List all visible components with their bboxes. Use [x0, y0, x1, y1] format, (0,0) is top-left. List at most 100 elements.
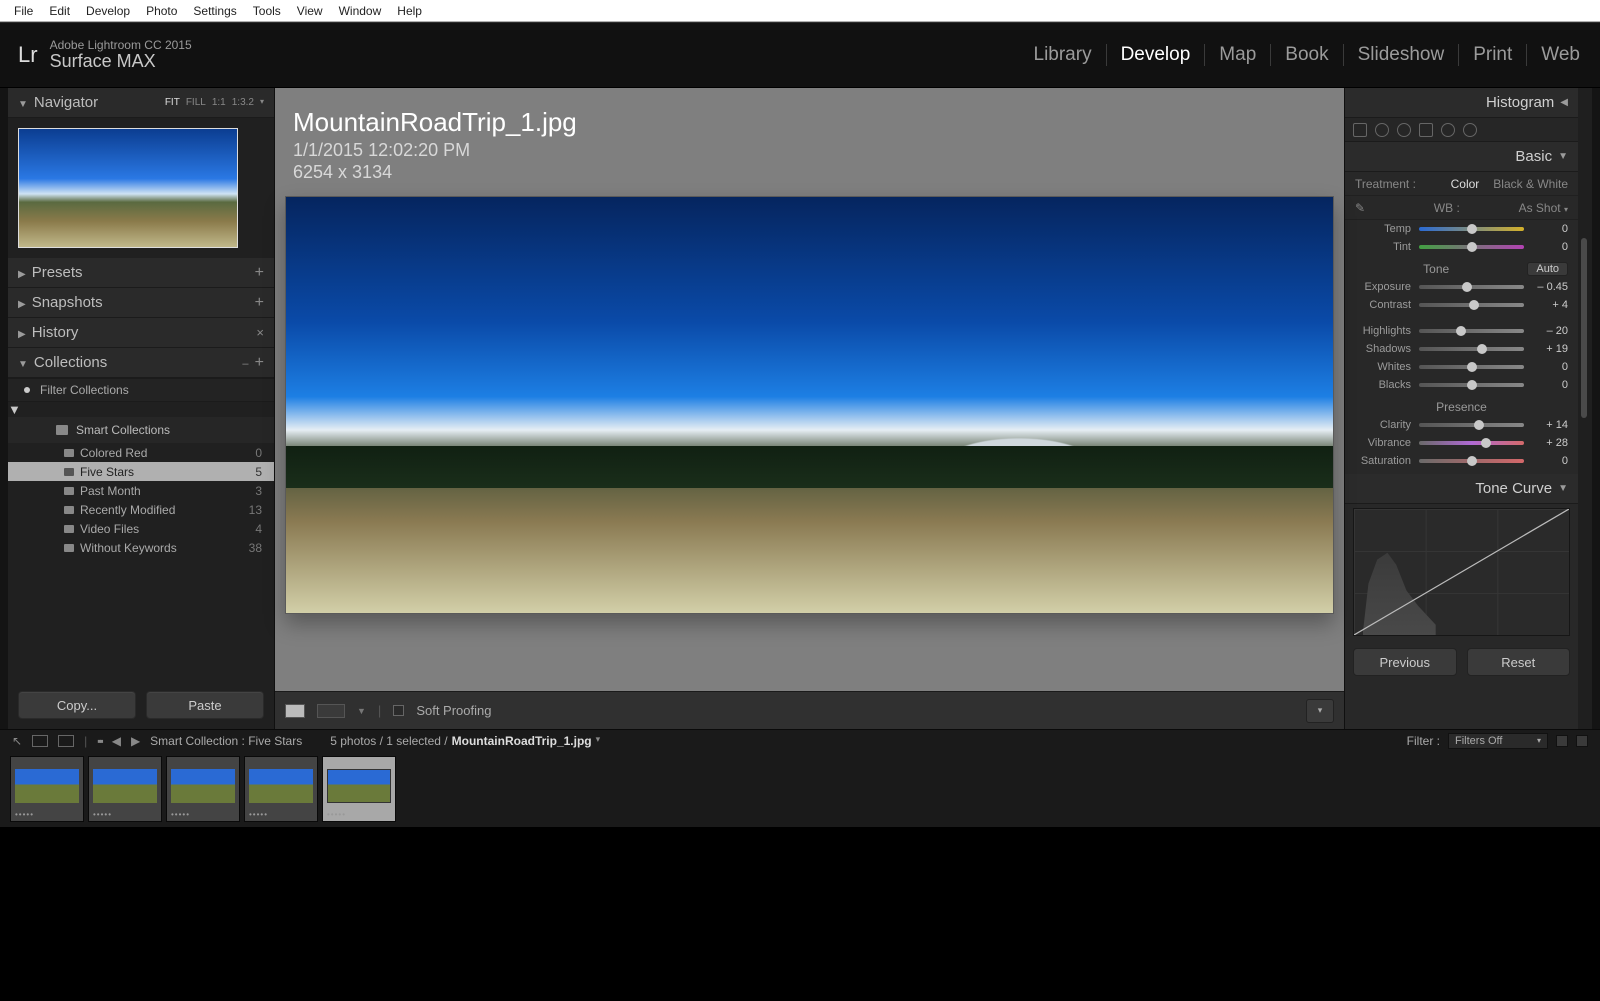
right-edge[interactable] — [1592, 88, 1600, 729]
filmstrip-thumb-selected[interactable]: ••••• — [322, 756, 396, 822]
zoom-fit[interactable]: FIT — [165, 97, 180, 108]
before-after-icon[interactable] — [317, 704, 345, 718]
whites-slider[interactable]: Whites0 — [1345, 358, 1578, 376]
clear-history-icon[interactable]: × — [256, 325, 264, 340]
filter-lock-icon[interactable] — [1556, 735, 1568, 747]
radial-filter-icon[interactable] — [1441, 123, 1455, 137]
clarity-slider[interactable]: Clarity+ 14 — [1345, 416, 1578, 434]
chevron-down-icon[interactable]: ▼ — [8, 402, 21, 417]
brush-tool-icon[interactable] — [1463, 123, 1477, 137]
saturation-slider[interactable]: Saturation0 — [1345, 452, 1578, 470]
thumbnail-size-icon[interactable] — [1576, 735, 1588, 747]
collection-five-stars[interactable]: Five Stars5 — [8, 462, 274, 481]
collection-without-keywords[interactable]: Without Keywords38 — [8, 538, 274, 557]
add-preset-icon[interactable]: + — [255, 264, 264, 282]
loupe-view-icon[interactable] — [285, 704, 305, 718]
menu-view[interactable]: View — [289, 4, 331, 18]
treatment-color[interactable]: Color — [1451, 177, 1480, 191]
filmstrip-thumb[interactable]: ••••• — [244, 756, 318, 822]
main-image[interactable] — [285, 196, 1334, 614]
filmstrip-thumb[interactable]: ••••• — [10, 756, 84, 822]
zoom-11[interactable]: 1:1 — [212, 97, 226, 108]
vibrance-slider[interactable]: Vibrance+ 28 — [1345, 434, 1578, 452]
menu-tools[interactable]: Tools — [245, 4, 289, 18]
blacks-slider[interactable]: Blacks0 — [1345, 376, 1578, 394]
menu-photo[interactable]: Photo — [138, 4, 185, 18]
navigator-zoom-modes[interactable]: FIT FILL 1:1 1:3.2 ▾ — [165, 97, 264, 108]
treatment-bw[interactable]: Black & White — [1493, 177, 1568, 191]
history-header[interactable]: ▶History × — [8, 318, 274, 348]
minus-icon[interactable]: – — [242, 358, 248, 370]
histogram-header[interactable]: Histogram◀ — [1345, 88, 1578, 118]
zoom-fill[interactable]: FILL — [186, 97, 206, 108]
filter-dropdown[interactable]: Filters Off▾ — [1448, 733, 1548, 749]
collection-colored-red[interactable]: Colored Red0 — [8, 443, 274, 462]
second-display-icon[interactable] — [58, 735, 74, 747]
menu-edit[interactable]: Edit — [41, 4, 78, 18]
shadows-slider[interactable]: Shadows+ 19 — [1345, 340, 1578, 358]
collection-video-files[interactable]: Video Files4 — [8, 519, 274, 538]
filmstrip-thumb[interactable]: ••••• — [166, 756, 240, 822]
module-slideshow[interactable]: Slideshow — [1356, 44, 1447, 66]
pointer-icon[interactable]: ↖ — [12, 734, 22, 748]
breadcrumb-path[interactable]: Smart Collection : Five Stars — [150, 734, 302, 748]
smart-collections-header[interactable]: Smart Collections — [8, 417, 274, 443]
eyedropper-icon[interactable]: ✎ — [1355, 201, 1375, 215]
collection-past-month[interactable]: Past Month3 — [8, 481, 274, 500]
module-print[interactable]: Print — [1471, 44, 1514, 66]
contrast-slider[interactable]: Contrast+ 4 — [1345, 296, 1578, 314]
navigator-thumbnail[interactable] — [8, 118, 274, 258]
chevron-down-icon[interactable]: ▾ — [596, 734, 601, 748]
soft-proof-checkbox[interactable] — [393, 705, 404, 716]
chevron-down-icon[interactable]: ▾ — [1564, 205, 1568, 214]
prev-photo-icon[interactable]: ◀ — [112, 734, 121, 748]
previous-button[interactable]: Previous — [1353, 648, 1457, 676]
navigator-header[interactable]: ▼Navigator FIT FILL 1:1 1:3.2 ▾ — [8, 88, 274, 118]
menu-settings[interactable]: Settings — [185, 4, 244, 18]
right-scrollbar[interactable] — [1578, 88, 1592, 729]
exposure-slider[interactable]: Exposure– 0.45 — [1345, 278, 1578, 296]
spot-tool-icon[interactable] — [1375, 123, 1389, 137]
menu-develop[interactable]: Develop — [78, 4, 138, 18]
module-develop[interactable]: Develop — [1119, 44, 1193, 66]
copy-button[interactable]: Copy... — [18, 691, 136, 719]
paste-button[interactable]: Paste — [146, 691, 264, 719]
crop-tool-icon[interactable] — [1353, 123, 1367, 137]
reset-button[interactable]: Reset — [1467, 648, 1571, 676]
right-panel: Histogram◀ Basic▼ Treatment : Color Blac… — [1344, 88, 1578, 729]
menu-help[interactable]: Help — [389, 4, 430, 18]
toolbar-dropdown[interactable]: ▾ — [1306, 699, 1334, 723]
grad-filter-icon[interactable] — [1419, 123, 1433, 137]
tone-curve-header[interactable]: Tone Curve▼ — [1345, 474, 1578, 504]
wb-value[interactable]: As Shot — [1519, 201, 1561, 215]
filmstrip-thumb[interactable]: ••••• — [88, 756, 162, 822]
module-library[interactable]: Library — [1032, 44, 1094, 66]
add-collection-icon[interactable]: + — [255, 354, 264, 371]
tone-curve[interactable] — [1353, 508, 1570, 636]
chevron-down-icon[interactable]: ▼ — [357, 706, 366, 716]
next-photo-icon[interactable]: ▶ — [131, 734, 140, 748]
menu-file[interactable]: File — [6, 4, 41, 18]
left-edge[interactable] — [0, 88, 8, 729]
module-map[interactable]: Map — [1217, 44, 1258, 66]
add-snapshot-icon[interactable]: + — [255, 294, 264, 312]
auto-tone-button[interactable]: Auto — [1527, 262, 1568, 276]
grid-icon[interactable]: ▪▪ — [97, 734, 102, 748]
module-book[interactable]: Book — [1283, 44, 1330, 66]
chevron-down-icon[interactable]: ▾ — [260, 97, 264, 108]
tint-slider[interactable]: Tint0 — [1345, 238, 1578, 256]
main-display-icon[interactable] — [32, 735, 48, 747]
redeye-tool-icon[interactable] — [1397, 123, 1411, 137]
basic-header[interactable]: Basic▼ — [1345, 142, 1578, 172]
presets-header[interactable]: ▶Presets + — [8, 258, 274, 288]
highlights-slider[interactable]: Highlights– 20 — [1345, 322, 1578, 340]
filter-collections[interactable]: Filter Collections — [8, 378, 274, 402]
menu-window[interactable]: Window — [331, 4, 390, 18]
filmstrip[interactable]: ••••• ••••• ••••• ••••• ••••• — [0, 751, 1600, 827]
temp-slider[interactable]: Temp0 — [1345, 220, 1578, 238]
collections-header[interactable]: ▼Collections – + — [8, 348, 274, 378]
snapshots-header[interactable]: ▶Snapshots + — [8, 288, 274, 318]
collection-recently-modified[interactable]: Recently Modified13 — [8, 500, 274, 519]
zoom-132[interactable]: 1:3.2 — [232, 97, 254, 108]
module-web[interactable]: Web — [1539, 44, 1582, 66]
